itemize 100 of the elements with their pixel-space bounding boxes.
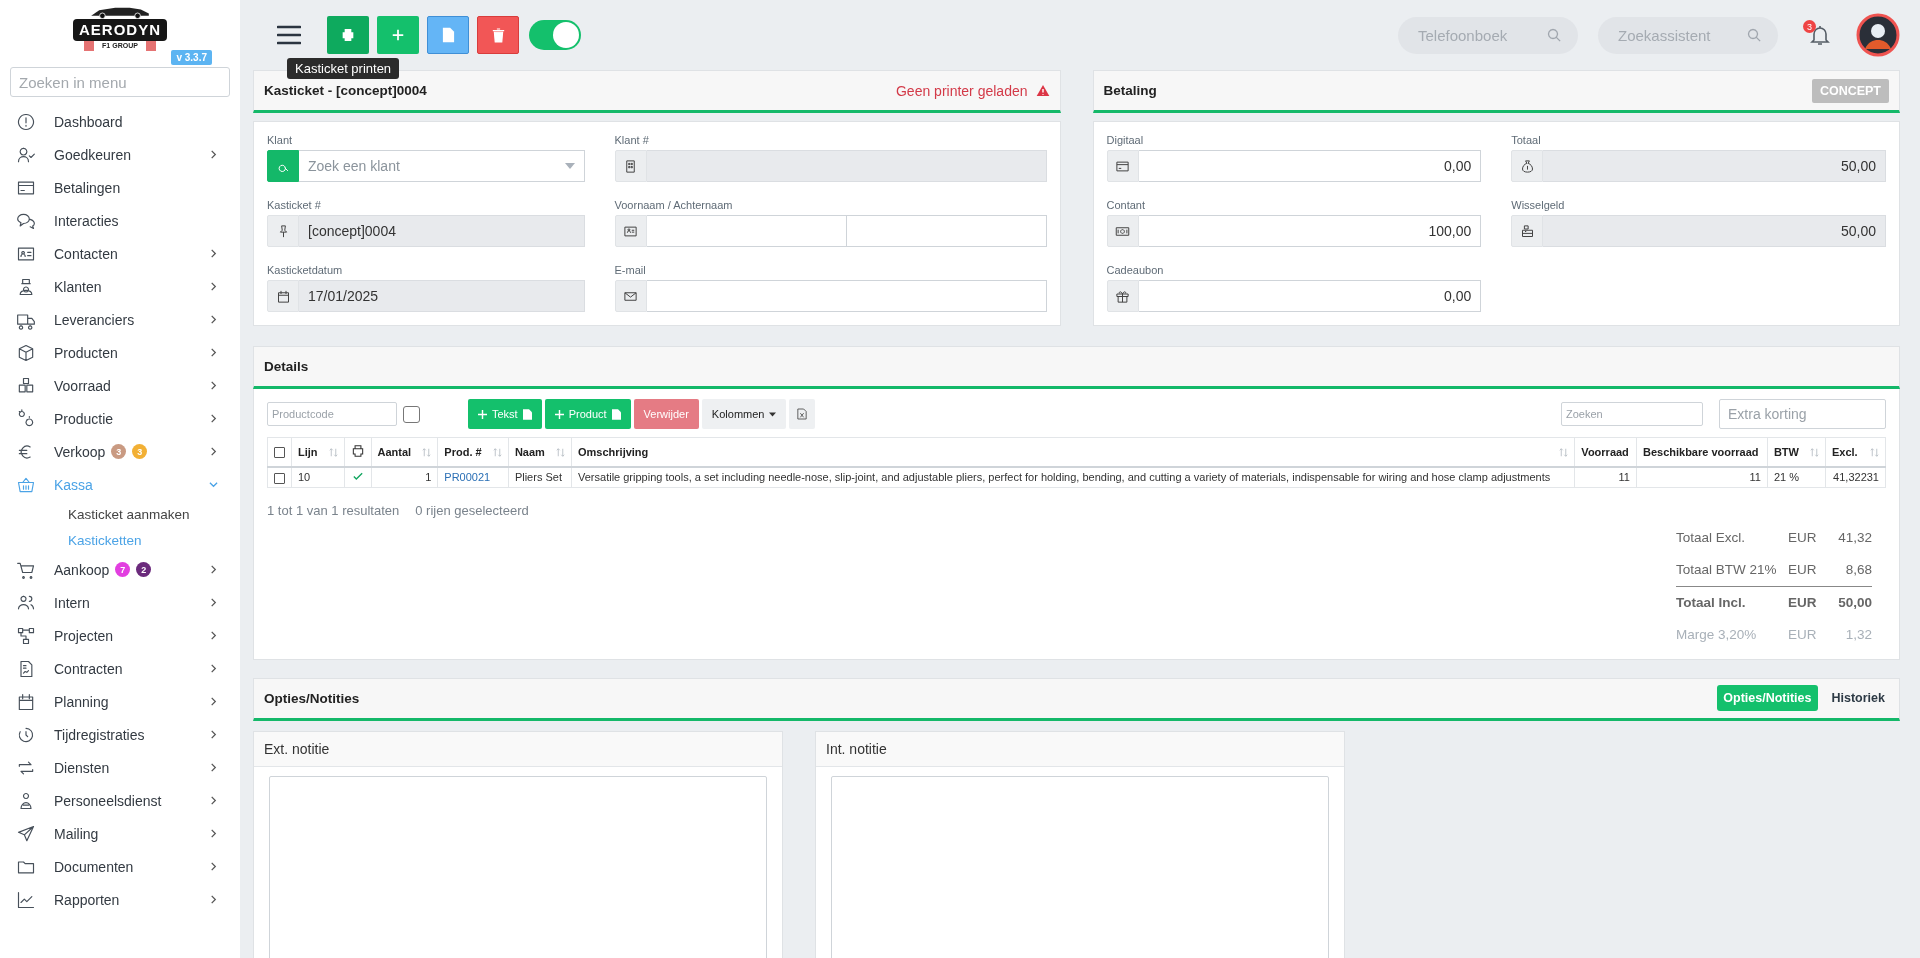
menu-search-field[interactable]: Zoeken in menu	[10, 67, 230, 97]
checkbox[interactable]	[274, 472, 285, 484]
sidebar-item[interactable]: Productie	[0, 402, 240, 435]
sort-icon[interactable]	[1870, 447, 1879, 457]
column-header[interactable]: Excl.	[1831, 446, 1858, 458]
sort-icon[interactable]	[1809, 447, 1819, 457]
readonly-field: 50,00	[1543, 150, 1886, 182]
document-button[interactable]	[427, 16, 469, 54]
readonly-field: [concept]0004	[299, 215, 585, 247]
table-cell: 10	[298, 471, 311, 484]
total-label: Totaal Excl.	[1676, 530, 1747, 546]
search-icon	[1547, 27, 1562, 43]
sidebar-item[interactable]: Contracten	[0, 652, 240, 685]
sidebar-item[interactable]: Personeelsdienst	[0, 784, 240, 817]
submenu-item[interactable]: Kasticket aanmaken	[0, 501, 240, 527]
column-header[interactable]: Omschrijving	[578, 446, 649, 458]
result-count: 1 tot 1 van 1 resultaten	[267, 502, 400, 518]
table-cell: 41,32231	[1833, 471, 1879, 484]
sidebar-item[interactable]: Betalingen	[0, 171, 240, 204]
chevron-icon	[209, 315, 218, 324]
printer-icon	[340, 27, 356, 43]
sidebar-item[interactable]: Interacties	[0, 204, 240, 237]
chevron-icon	[209, 414, 218, 423]
sidebar-item[interactable]: Producten	[0, 336, 240, 369]
sidebar-item[interactable]: Leveranciers	[0, 303, 240, 336]
first-name-field[interactable]	[646, 215, 847, 247]
sort-icon[interactable]	[422, 447, 432, 457]
note-textarea[interactable]	[831, 775, 1329, 958]
menu-icon	[16, 625, 36, 646]
sidebar-item[interactable]: Tijdregistraties	[0, 718, 240, 751]
currency: EUR	[1788, 530, 1818, 546]
table-cell: Versatile gripping tools, a set including needle-nose, slip-joint, and adjustable pliers, perfect for holding, bending, and cutting a variety of materials, indispensable for wiring and hose clamp adjustments	[578, 471, 1551, 484]
sidebar-item[interactable]: Contacten	[0, 237, 240, 270]
note-title: Int. notitie	[826, 740, 887, 757]
sidebar-item[interactable]: Documenten	[0, 850, 240, 883]
delete-button[interactable]	[477, 16, 519, 54]
menu-icon	[16, 408, 36, 429]
currency: EUR	[1788, 627, 1818, 643]
tooltip: Kasticket printen	[287, 58, 400, 79]
chevron-icon	[209, 730, 218, 739]
sidebar-item[interactable]: Klanten	[0, 270, 240, 303]
item-icon	[522, 408, 532, 420]
sidebar-item[interactable]: Voorraad	[0, 369, 240, 402]
spreadsheet-icon	[797, 408, 808, 420]
currency: EUR	[1788, 562, 1818, 578]
field-label: Wisselgeld	[1511, 199, 1566, 211]
sort-icon[interactable]	[492, 447, 502, 457]
sort-icon[interactable]	[1559, 447, 1569, 457]
note-textarea[interactable]	[269, 775, 767, 958]
input-field[interactable]	[646, 280, 1047, 312]
sidebar-item[interactable]: Rapporten	[0, 883, 240, 916]
sidebar-item[interactable]: Intern	[0, 586, 240, 619]
add-button[interactable]	[377, 16, 419, 54]
chevron-icon	[209, 348, 218, 357]
sort-icon[interactable]	[556, 447, 565, 457]
amount-field[interactable]: 0,00	[1138, 150, 1482, 182]
chevron-icon	[209, 249, 218, 258]
chevron-icon	[209, 150, 218, 159]
menu-icon	[16, 111, 36, 132]
bell-icon[interactable]	[1808, 23, 1832, 47]
sidebar-item[interactable]: Aankoop 7 2	[0, 553, 240, 586]
menu-icon[interactable]	[277, 25, 301, 45]
phonebook-search-field[interactable]: Telefoonboek	[1398, 16, 1578, 54]
sidebar-item[interactable]: Goedkeuren	[0, 138, 240, 171]
card-title: Kasticket - [concept]0004	[264, 83, 427, 98]
toggle-switch[interactable]	[529, 20, 581, 50]
sort-icon[interactable]	[328, 447, 338, 457]
last-name-field[interactable]	[846, 215, 1047, 247]
checkbox[interactable]	[274, 447, 285, 459]
status-badge: CONCEPT	[1811, 78, 1889, 103]
column-header[interactable]: Lijn	[298, 446, 318, 458]
sidebar-item[interactable]: Dashboard	[0, 105, 240, 138]
sidebar-item[interactable]: Planning	[0, 685, 240, 718]
column-header[interactable]: Naam	[514, 446, 545, 458]
sidebar-item[interactable]: Diensten	[0, 751, 240, 784]
table-search-field[interactable]: Zoeken	[1561, 402, 1703, 426]
print-button[interactable]	[327, 16, 369, 54]
amount-field[interactable]: 100,00	[1138, 215, 1482, 247]
field-label: Totaal	[1511, 134, 1542, 146]
sidebar-item[interactable]: Verkoop 3 3	[0, 435, 240, 468]
table-cell: 1	[425, 471, 432, 484]
document-icon	[441, 27, 455, 43]
chevron-icon	[209, 282, 218, 291]
amount-field[interactable]: 0,00	[1138, 280, 1482, 312]
assistant-search-field[interactable]: Zoekassistent	[1598, 16, 1778, 54]
total-label: Totaal Incl.	[1676, 595, 1747, 611]
product-code-field[interactable]: Productcode	[267, 402, 397, 426]
column-header[interactable]: BTW	[1773, 446, 1799, 458]
toolbar-button[interactable]: Kolommen	[701, 399, 787, 429]
sidebar-item[interactable]: Mailing	[0, 817, 240, 850]
field-label: Kasticketdatum	[267, 264, 344, 276]
caret-icon	[564, 163, 575, 169]
excel-export-button[interactable]	[789, 399, 816, 429]
search-button[interactable]	[267, 150, 299, 182]
tab[interactable]: Historiek	[1825, 685, 1891, 712]
extra-discount-field[interactable]: Extra korting	[1719, 399, 1886, 429]
sidebar-item[interactable]: Projecten	[0, 619, 240, 652]
count-badge: 3	[132, 444, 148, 459]
avatar[interactable]	[1856, 13, 1900, 57]
checkbox[interactable]	[403, 405, 420, 423]
